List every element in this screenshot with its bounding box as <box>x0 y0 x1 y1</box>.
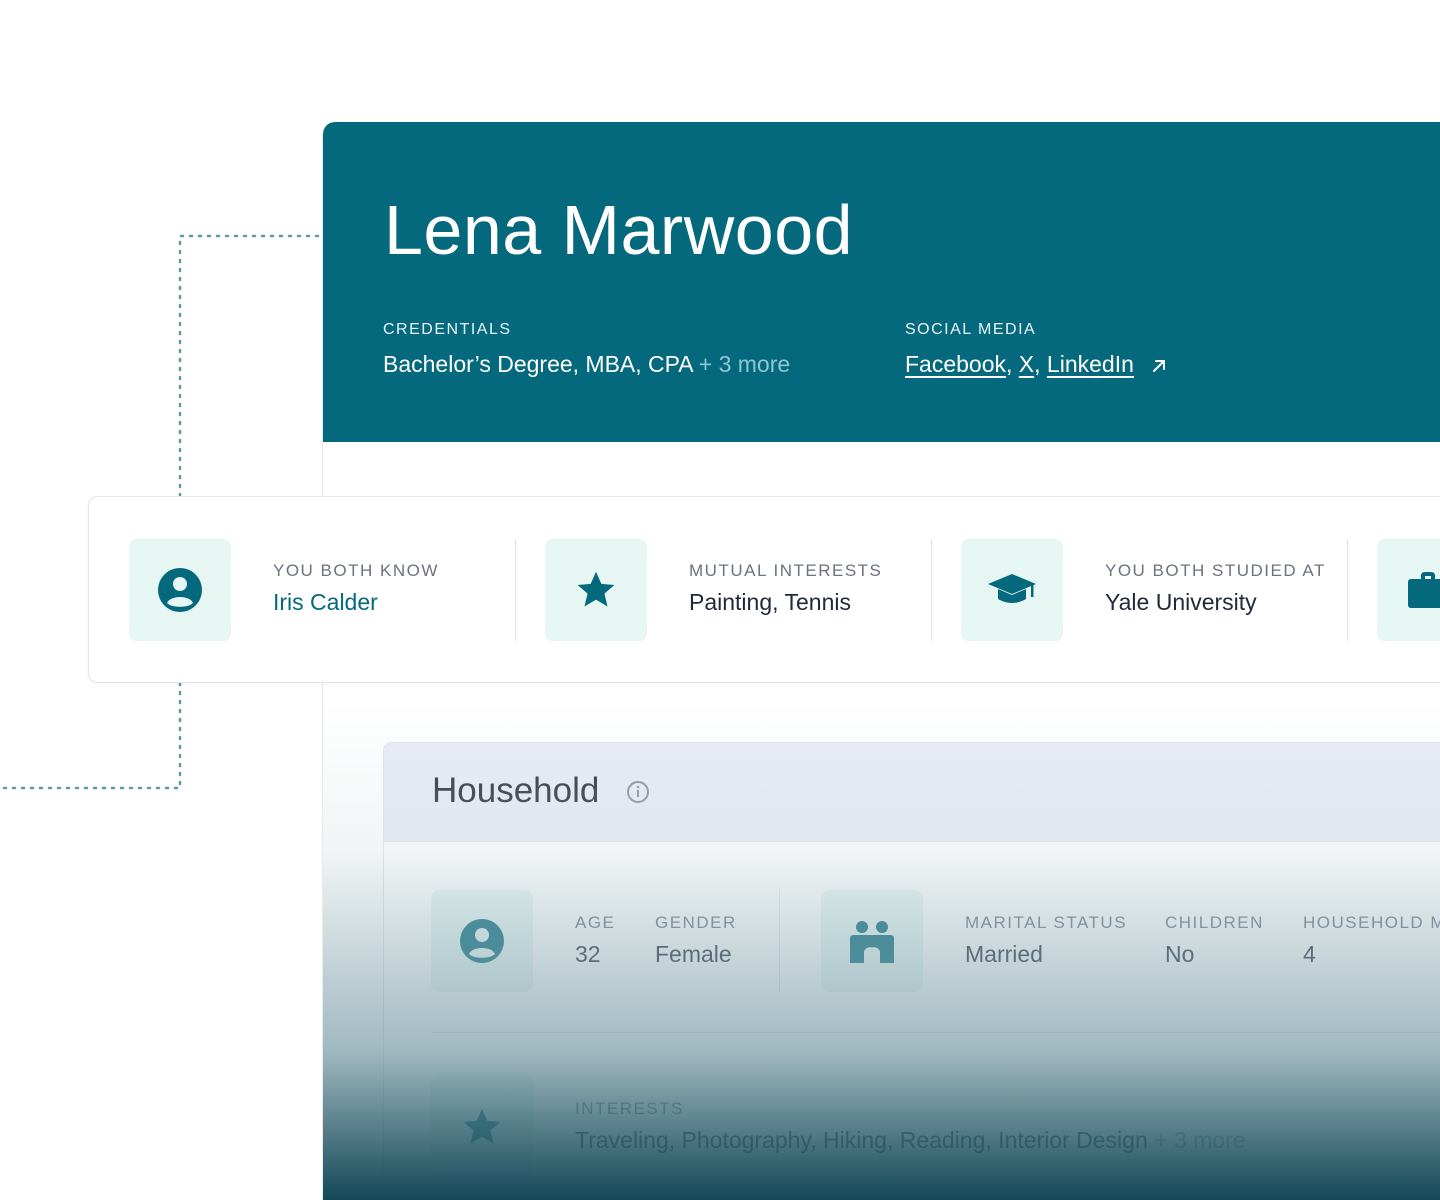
divider <box>1347 539 1348 641</box>
external-link-icon[interactable] <box>1150 357 1168 375</box>
studied-at-tile <box>961 539 1063 641</box>
children-label: CHILDREN <box>1165 913 1264 932</box>
x-link[interactable]: X <box>1019 351 1034 377</box>
household-members-label: HOUSEHOLD M <box>1303 913 1440 932</box>
mutual-interests-value: Painting, Tennis <box>689 589 851 615</box>
divider <box>779 890 780 992</box>
household-title: Household <box>432 771 600 810</box>
profile-name: Lena Marwood <box>384 191 854 269</box>
info-icon[interactable] <box>626 780 650 804</box>
credentials-value: Bachelor’s Degree, MBA, CPA + 3 more <box>383 351 790 378</box>
person-icon <box>460 919 504 963</box>
interests-more-link[interactable]: + 3 more <box>1154 1127 1245 1153</box>
person-tile <box>431 890 533 992</box>
separator: , <box>1034 351 1041 377</box>
mutual-interests-tile <box>545 539 647 641</box>
person-icon <box>158 568 202 612</box>
interests-label: INTERESTS <box>575 1099 684 1118</box>
mutual-interests-label: MUTUAL INTERESTS <box>689 561 883 580</box>
children-value: No <box>1165 941 1195 967</box>
you-both-know-tile <box>129 539 231 641</box>
age-label: AGE <box>575 913 616 932</box>
family-icon <box>850 921 894 963</box>
studied-at-label: YOU BOTH STUDIED AT <box>1105 561 1326 580</box>
household-members-value: 4 <box>1303 941 1316 967</box>
divider <box>515 539 516 641</box>
work-tile <box>1377 539 1440 641</box>
social-media-label: SOCIAL MEDIA <box>905 321 1037 338</box>
facebook-link[interactable]: Facebook <box>905 351 1006 377</box>
gender-label: GENDER <box>655 913 737 932</box>
age-value: 32 <box>575 941 601 967</box>
family-tile <box>821 890 923 992</box>
separator: , <box>1006 351 1013 377</box>
social-media-links: Facebook, X, LinkedIn <box>905 351 1168 378</box>
marital-status-label: MARITAL STATUS <box>965 913 1128 932</box>
divider <box>431 1032 1440 1033</box>
you-both-know-label: YOU BOTH KNOW <box>273 561 439 580</box>
household-card: Household AGE 32 GENDER Female MARITAL S… <box>383 742 1440 1200</box>
you-both-know-value[interactable]: Iris Calder <box>273 589 378 616</box>
shared-connections-card: YOU BOTH KNOW Iris Calder MUTUAL INTERES… <box>88 496 1440 683</box>
interests-list: Traveling, Photography, Hiking, Reading,… <box>575 1127 1148 1153</box>
credentials-list: Bachelor’s Degree, MBA, CPA <box>383 351 693 377</box>
interests-value: Traveling, Photography, Hiking, Reading,… <box>575 1127 1246 1154</box>
credentials-more-link[interactable]: + 3 more <box>699 351 790 377</box>
linkedin-link[interactable]: LinkedIn <box>1047 351 1134 377</box>
divider <box>931 539 932 641</box>
star-icon <box>577 571 615 607</box>
star-icon <box>463 1108 501 1144</box>
marital-status-value: Married <box>965 941 1043 967</box>
interests-tile <box>431 1076 533 1178</box>
credentials-label: CREDENTIALS <box>383 321 512 338</box>
briefcase-icon <box>1408 572 1440 608</box>
profile-header: Lena Marwood CREDENTIALS Bachelor’s Degr… <box>323 122 1440 442</box>
graduation-cap-icon <box>988 574 1036 603</box>
gender-value: Female <box>655 941 732 967</box>
household-header: Household <box>384 743 1440 842</box>
studied-at-value: Yale University <box>1105 589 1257 615</box>
